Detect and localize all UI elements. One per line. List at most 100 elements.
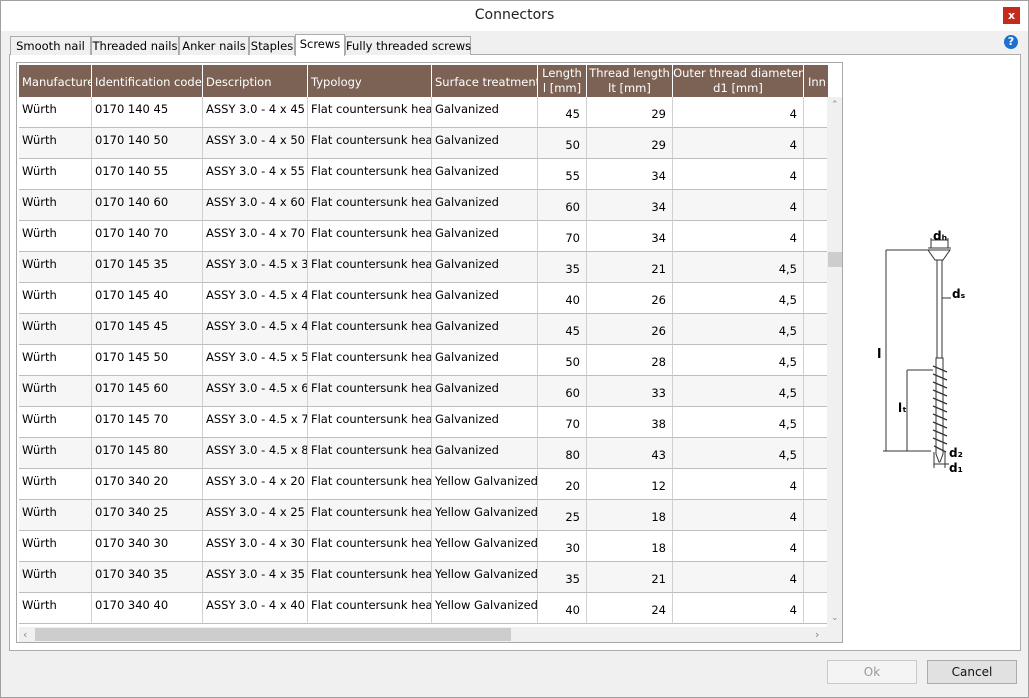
table-row[interactable]: Würth 0170 145 50 ASSY 3.0 - 4.5 x 50 Flat … — [19, 345, 829, 376]
cell-outer-thread-diameter[interactable]: 4 — [673, 531, 804, 562]
cell-surface-treatment[interactable]: Galvanized — [432, 438, 538, 469]
cell-surface-treatment[interactable]: Yellow Galvanized — [432, 469, 538, 500]
cell-inner[interactable] — [804, 531, 829, 562]
tab-screws[interactable]: Screws — [295, 34, 345, 56]
cell-thread-length[interactable]: 21 — [587, 562, 673, 593]
cell-manufacturer[interactable]: Würth — [19, 159, 92, 190]
cell-description[interactable]: ASSY 3.0 - 4.5 x 60 — [203, 376, 308, 407]
vertical-scroll-thumb[interactable] — [828, 252, 842, 267]
cell-description[interactable]: ASSY 3.0 - 4.5 x 35 — [203, 252, 308, 283]
cell-inner[interactable] — [804, 500, 829, 531]
cell-inner[interactable] — [804, 252, 829, 283]
cell-description[interactable]: ASSY 3.0 - 4 x 35 — [203, 562, 308, 593]
table-row[interactable]: Würth 0170 145 40 ASSY 3.0 - 4.5 x 40 Flat … — [19, 283, 829, 314]
cell-description[interactable]: ASSY 3.0 - 4.5 x 40 — [203, 283, 308, 314]
cancel-button[interactable]: Cancel — [927, 660, 1017, 684]
cell-manufacturer[interactable]: Würth — [19, 376, 92, 407]
cell-surface-treatment[interactable]: Yellow Galvanized — [432, 531, 538, 562]
cell-manufacturer[interactable]: Würth — [19, 500, 92, 531]
cell-identification-code[interactable]: 0170 340 20 — [92, 469, 203, 500]
cell-length[interactable]: 25 — [538, 500, 587, 531]
table-row[interactable]: Würth 0170 340 20 ASSY 3.0 - 4 x 20 Flat co… — [19, 469, 829, 500]
cell-identification-code[interactable]: 0170 145 70 — [92, 407, 203, 438]
cell-inner[interactable] — [804, 438, 829, 469]
table-row[interactable]: Würth 0170 340 40 ASSY 3.0 - 4 x 40 Flat co… — [19, 593, 829, 624]
cell-surface-treatment[interactable]: Galvanized — [432, 283, 538, 314]
cell-length[interactable]: 45 — [538, 314, 587, 345]
cell-typology[interactable]: Flat countersunk head — [308, 128, 432, 159]
vertical-scrollbar[interactable]: ⌃ ⌄ — [827, 97, 842, 628]
cell-length[interactable]: 60 — [538, 376, 587, 407]
cell-surface-treatment[interactable]: Yellow Galvanized — [432, 593, 538, 624]
cell-surface-treatment[interactable]: Galvanized — [432, 345, 538, 376]
cell-identification-code[interactable]: 0170 140 55 — [92, 159, 203, 190]
cell-identification-code[interactable]: 0170 145 60 — [92, 376, 203, 407]
cell-outer-thread-diameter[interactable]: 4,5 — [673, 283, 804, 314]
cell-thread-length[interactable]: 28 — [587, 345, 673, 376]
cell-surface-treatment[interactable]: Galvanized — [432, 314, 538, 345]
cell-manufacturer[interactable]: Würth — [19, 438, 92, 469]
tab-anker-nails[interactable]: Anker nails — [179, 36, 249, 55]
cell-surface-treatment[interactable]: Galvanized — [432, 407, 538, 438]
cell-manufacturer[interactable]: Würth — [19, 190, 92, 221]
table-row[interactable]: Würth 0170 340 30 ASSY 3.0 - 4 x 30 Flat co… — [19, 531, 829, 562]
cell-identification-code[interactable]: 0170 340 25 — [92, 500, 203, 531]
column-header-outer-thread-diameter[interactable]: Outer thread diameter d1 [mm] — [673, 65, 804, 97]
table-row[interactable]: Würth 0170 145 45 ASSY 3.0 - 4.5 x 45 Flat … — [19, 314, 829, 345]
cell-length[interactable]: 80 — [538, 438, 587, 469]
table-row[interactable]: Würth 0170 145 70 ASSY 3.0 - 4.5 x 70 Flat … — [19, 407, 829, 438]
cell-thread-length[interactable]: 29 — [587, 97, 673, 128]
cell-inner[interactable] — [804, 283, 829, 314]
cell-surface-treatment[interactable]: Galvanized — [432, 190, 538, 221]
cell-length[interactable]: 20 — [538, 469, 587, 500]
cell-manufacturer[interactable]: Würth — [19, 593, 92, 624]
cell-manufacturer[interactable]: Würth — [19, 407, 92, 438]
cell-identification-code[interactable]: 0170 340 30 — [92, 531, 203, 562]
cell-inner[interactable] — [804, 376, 829, 407]
table-row[interactable]: Würth 0170 340 35 ASSY 3.0 - 4 x 35 Flat co… — [19, 562, 829, 593]
cell-outer-thread-diameter[interactable]: 4 — [673, 562, 804, 593]
cell-surface-treatment[interactable]: Galvanized — [432, 159, 538, 190]
cell-manufacturer[interactable]: Würth — [19, 314, 92, 345]
tab-fully-threaded-screws[interactable]: Fully threaded screws — [345, 36, 471, 55]
scroll-up-icon[interactable]: ⌃ — [831, 100, 839, 110]
cell-length[interactable]: 45 — [538, 97, 587, 128]
horizontal-scrollbar[interactable]: ‹ › — [19, 627, 827, 642]
cell-description[interactable]: ASSY 3.0 - 4 x 60 — [203, 190, 308, 221]
table-row[interactable]: Würth 0170 145 35 ASSY 3.0 - 4.5 x 35 Flat … — [19, 252, 829, 283]
table-row[interactable]: Würth 0170 340 25 ASSY 3.0 - 4 x 25 Flat co… — [19, 500, 829, 531]
cell-thread-length[interactable]: 29 — [587, 128, 673, 159]
table-row[interactable]: Würth 0170 140 60 ASSY 3.0 - 4 x 60 Flat co… — [19, 190, 829, 221]
cell-surface-treatment[interactable]: Galvanized — [432, 128, 538, 159]
table-row[interactable]: Würth 0170 140 45 ASSY 3.0 - 4 x 45 Flat co… — [19, 97, 829, 128]
cell-identification-code[interactable]: 0170 145 80 — [92, 438, 203, 469]
cell-manufacturer[interactable]: Würth — [19, 531, 92, 562]
tab-staples[interactable]: Staples — [249, 36, 295, 55]
cell-thread-length[interactable]: 33 — [587, 376, 673, 407]
tab-threaded-nails[interactable]: Threaded nails — [91, 36, 179, 55]
cell-outer-thread-diameter[interactable]: 4 — [673, 159, 804, 190]
column-header-inner[interactable]: Inn — [804, 65, 829, 97]
cell-manufacturer[interactable]: Würth — [19, 252, 92, 283]
cell-identification-code[interactable]: 0170 145 35 — [92, 252, 203, 283]
column-header-thread-length[interactable]: Thread length lt [mm] — [587, 65, 673, 97]
cell-identification-code[interactable]: 0170 145 40 — [92, 283, 203, 314]
cell-outer-thread-diameter[interactable]: 4,5 — [673, 407, 804, 438]
cell-typology[interactable]: Flat countersunk head — [308, 407, 432, 438]
cell-surface-treatment[interactable]: Galvanized — [432, 221, 538, 252]
cell-identification-code[interactable]: 0170 140 45 — [92, 97, 203, 128]
cell-inner[interactable] — [804, 128, 829, 159]
cell-inner[interactable] — [804, 562, 829, 593]
cell-thread-length[interactable]: 21 — [587, 252, 673, 283]
cell-identification-code[interactable]: 0170 145 50 — [92, 345, 203, 376]
column-header-description[interactable]: Description — [203, 65, 308, 97]
cell-thread-length[interactable]: 12 — [587, 469, 673, 500]
cell-length[interactable]: 35 — [538, 562, 587, 593]
cell-description[interactable]: ASSY 3.0 - 4 x 55 — [203, 159, 308, 190]
cell-description[interactable]: ASSY 3.0 - 4 x 40 — [203, 593, 308, 624]
cell-inner[interactable] — [804, 97, 829, 128]
cell-outer-thread-diameter[interactable]: 4 — [673, 221, 804, 252]
cell-description[interactable]: ASSY 3.0 - 4.5 x 80 — [203, 438, 308, 469]
tab-smooth-nail[interactable]: Smooth nail — [10, 36, 91, 55]
cell-outer-thread-diameter[interactable]: 4 — [673, 128, 804, 159]
